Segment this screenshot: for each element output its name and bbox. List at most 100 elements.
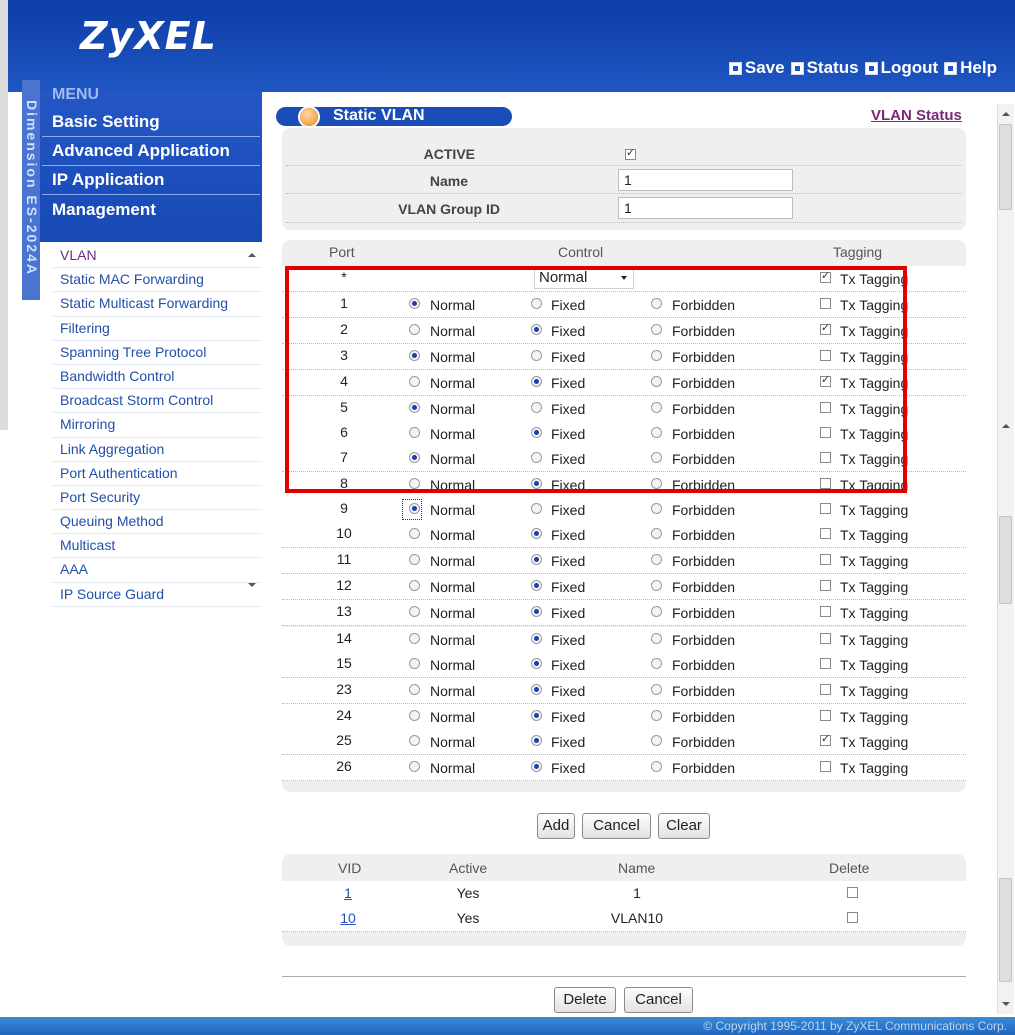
- menu-ip-application[interactable]: IP Application: [52, 170, 164, 190]
- tx-tagging-checkbox[interactable]: [820, 554, 831, 565]
- normal-radio[interactable]: [409, 350, 420, 361]
- submenu-link-aggregation[interactable]: Link Aggregation: [52, 438, 262, 462]
- tx-tagging-checkbox[interactable]: [820, 732, 831, 746]
- normal-radio[interactable]: [409, 402, 420, 413]
- save-link[interactable]: Save: [728, 58, 785, 78]
- submenu-vlan[interactable]: VLAN: [52, 244, 262, 269]
- tx-tagging-checkbox[interactable]: [820, 478, 831, 489]
- scroll-thumb[interactable]: [999, 878, 1012, 982]
- forbidden-radio[interactable]: [651, 554, 662, 565]
- forbidden-radio[interactable]: [651, 298, 662, 309]
- menu-advanced-application[interactable]: Advanced Application: [52, 141, 230, 161]
- vlan-group-id-input[interactable]: 1: [618, 197, 793, 219]
- normal-radio[interactable]: [409, 478, 420, 489]
- fixed-radio[interactable]: [531, 580, 542, 591]
- forbidden-radio[interactable]: [651, 324, 662, 335]
- forbidden-radio[interactable]: [651, 658, 662, 669]
- vlan-status-link[interactable]: VLAN Status: [871, 107, 962, 124]
- tx-tagging-checkbox[interactable]: [820, 710, 831, 721]
- active-checkbox[interactable]: [625, 146, 636, 160]
- submenu-queuing-method[interactable]: Queuing Method: [52, 510, 262, 535]
- fixed-radio[interactable]: [531, 606, 542, 617]
- tx-tagging-checkbox[interactable]: [820, 761, 831, 772]
- fixed-radio[interactable]: [531, 554, 542, 565]
- tx-tagging-checkbox[interactable]: [820, 452, 831, 463]
- normal-radio[interactable]: [409, 452, 420, 463]
- help-link[interactable]: Help: [944, 58, 997, 78]
- forbidden-radio[interactable]: [651, 402, 662, 413]
- tx-tagging-checkbox[interactable]: [820, 580, 831, 591]
- scroll-down-icon[interactable]: [248, 583, 256, 587]
- forbidden-radio[interactable]: [651, 427, 662, 438]
- forbidden-radio[interactable]: [651, 580, 662, 591]
- normal-radio[interactable]: [409, 684, 420, 695]
- submenu-aaa[interactable]: AAA: [52, 558, 262, 583]
- status-link[interactable]: Status: [790, 58, 859, 78]
- tx-tagging-checkbox[interactable]: [820, 528, 831, 539]
- forbidden-radio[interactable]: [651, 710, 662, 721]
- vid-link[interactable]: 1: [328, 885, 368, 901]
- fixed-radio[interactable]: [531, 350, 542, 361]
- forbidden-radio[interactable]: [651, 452, 662, 463]
- menu-management[interactable]: Management: [52, 200, 156, 220]
- fixed-radio[interactable]: [531, 427, 542, 438]
- submenu-mirroring[interactable]: Mirroring: [52, 413, 262, 438]
- fixed-radio[interactable]: [531, 528, 542, 539]
- fixed-radio[interactable]: [531, 376, 542, 387]
- fixed-radio[interactable]: [531, 633, 542, 644]
- tx-tagging-checkbox[interactable]: [820, 402, 831, 413]
- scroll-up-icon[interactable]: [1002, 112, 1010, 116]
- submenu-static-mac-forwarding[interactable]: Static MAC Forwarding: [52, 268, 262, 293]
- forbidden-radio[interactable]: [651, 761, 662, 772]
- normal-radio[interactable]: [409, 580, 420, 591]
- normal-radio[interactable]: [409, 528, 420, 539]
- normal-radio[interactable]: [409, 606, 420, 617]
- normal-radio[interactable]: [409, 658, 420, 669]
- forbidden-radio[interactable]: [651, 606, 662, 617]
- name-input[interactable]: 1: [618, 169, 793, 191]
- tx-tagging-checkbox[interactable]: [820, 606, 831, 617]
- fixed-radio[interactable]: [531, 684, 542, 695]
- clear-button[interactable]: Clear: [658, 813, 710, 839]
- submenu-port-security[interactable]: Port Security: [52, 486, 262, 511]
- tx-tagging-checkbox[interactable]: [820, 658, 831, 669]
- vid-link[interactable]: 10: [328, 910, 368, 926]
- forbidden-radio[interactable]: [651, 376, 662, 387]
- tx-tagging-checkbox[interactable]: [820, 321, 831, 335]
- tx-tagging-checkbox[interactable]: [820, 633, 831, 644]
- scroll-thumb[interactable]: [999, 516, 1012, 604]
- normal-radio[interactable]: [409, 710, 420, 721]
- submenu-multicast[interactable]: Multicast: [52, 534, 262, 559]
- submenu-static-multicast-forwarding[interactable]: Static Multicast Forwarding: [52, 292, 262, 317]
- scroll-up-icon[interactable]: [1002, 424, 1010, 428]
- scroll-down-icon[interactable]: [1002, 1002, 1010, 1006]
- fixed-radio[interactable]: [531, 710, 542, 721]
- submenu-broadcast-storm[interactable]: Broadcast Storm Control: [52, 389, 262, 414]
- fixed-radio[interactable]: [531, 452, 542, 463]
- forbidden-radio[interactable]: [651, 633, 662, 644]
- normal-radio[interactable]: [409, 503, 420, 514]
- menu-basic-setting[interactable]: Basic Setting: [52, 112, 160, 132]
- all-control-select[interactable]: Normal: [534, 267, 634, 289]
- add-button[interactable]: Add: [537, 813, 575, 839]
- submenu-filtering[interactable]: Filtering: [52, 317, 262, 341]
- submenu-ip-source-guard[interactable]: IP Source Guard: [52, 583, 262, 607]
- fixed-radio[interactable]: [531, 298, 542, 309]
- normal-radio[interactable]: [409, 554, 420, 565]
- forbidden-radio[interactable]: [651, 528, 662, 539]
- normal-radio[interactable]: [409, 376, 420, 387]
- main-scrollbar[interactable]: [997, 104, 1014, 1014]
- submenu-bandwidth-control[interactable]: Bandwidth Control: [52, 365, 262, 390]
- delete-checkbox[interactable]: [847, 912, 858, 923]
- logout-link[interactable]: Logout: [864, 58, 938, 78]
- tx-tagging-checkbox[interactable]: [820, 427, 831, 438]
- forbidden-radio[interactable]: [651, 503, 662, 514]
- fixed-radio[interactable]: [531, 761, 542, 772]
- fixed-radio[interactable]: [531, 503, 542, 514]
- fixed-radio[interactable]: [531, 402, 542, 413]
- tx-tagging-checkbox[interactable]: [820, 373, 831, 387]
- fixed-radio[interactable]: [531, 658, 542, 669]
- normal-radio[interactable]: [409, 761, 420, 772]
- forbidden-radio[interactable]: [651, 478, 662, 489]
- forbidden-radio[interactable]: [651, 684, 662, 695]
